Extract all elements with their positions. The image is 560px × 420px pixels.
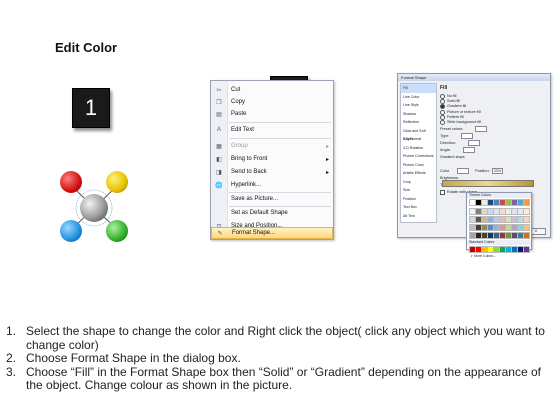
nav-item[interactable]: Picture Color [401,161,436,170]
nav-item[interactable]: Reflection [401,118,436,127]
panel-heading: Fill [440,85,448,91]
menu-item-bring-to-front[interactable]: ◧ Bring to Front ▸ [211,153,333,165]
color-swatch[interactable] [523,208,530,215]
gradient-stops-label: Gradient stops [440,155,465,160]
menu-separator [229,122,331,123]
blue-ball[interactable] [60,220,82,242]
nav-item[interactable]: Line Color [401,93,436,102]
menu-item-edit-text[interactable]: A Edit Text [211,124,333,136]
nav-item[interactable]: Crop [401,178,436,187]
instruction-item: 1. Select the shape to change the color a… [6,324,545,352]
format-shape-icon: ✎ [217,230,223,237]
menu-item-save-as-picture[interactable]: Save as Picture... [211,193,333,205]
preset-colors-field[interactable]: Preset colors: [440,126,546,133]
nav-item[interactable]: Position [401,195,436,204]
menu-separator [229,138,331,139]
submenu-arrow-icon: ▸ [325,169,329,176]
more-colors-link[interactable]: ◐ More Colors... [467,254,531,259]
theme-tint-grid [467,207,531,240]
nav-item[interactable]: Size [401,186,436,195]
fill-option-radio[interactable]: Slide background fill [440,120,546,126]
color-swatch[interactable] [523,246,530,253]
dialog-nav: Fill Line Color Line Style Shadow Reflec… [400,83,437,223]
theme-color-row [467,198,531,207]
green-ball[interactable] [106,220,128,242]
nav-item[interactable]: Picture Corrections [401,152,436,161]
color-row[interactable]: Color Position: 33% [440,168,546,175]
nav-item-fill[interactable]: Fill [401,84,436,93]
menu-item-paste[interactable]: ▤ Paste [211,108,333,120]
menu-item-group: ▦ Group ▸ [211,140,333,152]
angle-field[interactable]: Angle: [440,147,546,154]
nav-item[interactable]: Glow and Soft Edges [401,127,436,142]
nav-item[interactable]: Line Style [401,101,436,110]
send-back-icon: ◨ [216,169,222,176]
nav-item[interactable]: 3-D Rotation [401,144,436,153]
color-swatch[interactable] [523,224,530,231]
menu-item-hyperlink[interactable]: 🌐 Hyperlink... [211,179,333,191]
copy-icon: ❐ [216,99,222,106]
dialog-title: Format Shape [398,74,550,81]
submenu-arrow-icon: ▸ [325,156,329,163]
hyperlink-icon: 🌐 [215,182,223,189]
direction-field[interactable]: Direction: [440,140,546,147]
yellow-ball[interactable] [106,171,128,193]
color-swatch[interactable] [523,232,530,239]
type-field[interactable]: Type: [440,133,546,140]
color-swatch[interactable] [523,199,530,206]
color-palette-dropdown: Theme Colors Standard Colors ◐ More Colo… [466,192,532,258]
menu-item-set-default-shape[interactable]: Set as Default Shape [211,207,333,219]
red-ball[interactable] [60,171,82,193]
menu-item-format-shape[interactable]: ✎ Format Shape... [211,227,333,239]
center-ball[interactable] [80,194,108,222]
group-icon: ▦ [216,143,222,150]
instruction-item: 3. Choose “Fill” in the Format Shape box … [6,364,541,393]
gradient-stops-bar[interactable] [442,180,534,187]
nav-item[interactable]: Shadow [401,110,436,119]
shape-diagram[interactable] [56,166,134,246]
page-title: Edit Color [55,40,118,55]
submenu-arrow-icon: ▸ [325,143,329,150]
nav-item[interactable]: Alt Text [401,212,436,221]
color-swatch[interactable] [523,216,530,223]
nav-item[interactable]: 3-D Format [401,135,436,144]
standard-color-row [467,245,531,254]
paste-icon: ▤ [216,111,222,118]
nav-item[interactable]: Artistic Effects [401,169,436,178]
menu-item-copy[interactable]: ❐ Copy [211,96,333,108]
menu-item-send-to-back[interactable]: ◨ Send to Back ▸ [211,166,333,178]
edit-text-icon: A [216,127,221,133]
instruction-item: 2. Choose Format Shape in the dialog box. [6,351,241,366]
nav-item[interactable]: Text Box [401,203,436,212]
instruction-list: 1. Select the shape to change the color a… [6,324,554,393]
scissors-icon: ✂ [216,87,222,94]
step-badge-1: 1 [72,88,110,128]
menu-item-cut[interactable]: ✂ Cut [211,84,333,96]
context-menu: ✂ Cut ❐ Copy ▤ Paste A Edit Text ▦ Group ▸ ◧ Br… [210,80,334,240]
bring-front-icon: ◧ [216,156,222,163]
